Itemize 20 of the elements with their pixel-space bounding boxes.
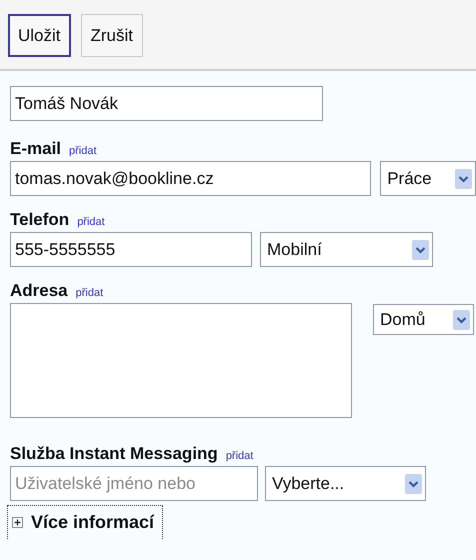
save-button[interactable]: Uložit <box>8 14 71 57</box>
address-field[interactable] <box>10 303 352 418</box>
add-link[interactable]: přidat <box>76 287 104 299</box>
add-link[interactable]: přidat <box>69 145 97 157</box>
cancel-button[interactable]: Zrušit <box>80 14 144 57</box>
type-dropdown[interactable]: Vyberte... <box>265 466 426 501</box>
field-label: Telefon <box>10 210 70 230</box>
field-label: E-mail <box>10 139 62 159</box>
name-field[interactable]: Tomáš Novák <box>10 86 323 121</box>
add-link[interactable]: přidat <box>226 450 254 462</box>
type-dropdown[interactable]: Práce <box>380 161 476 196</box>
type-dropdown[interactable]: Mobilní <box>260 232 433 267</box>
email-field[interactable]: tomas.novak@bookline.cz <box>10 161 372 196</box>
field-label: Adresa <box>10 281 68 301</box>
field-label: Služba Instant Messaging <box>10 444 218 464</box>
more-info-toggle[interactable]: Více informací <box>7 505 164 539</box>
phone-field[interactable]: 555-5555555 <box>10 232 252 267</box>
username-field[interactable]: Uživatelské jméno nebo <box>10 466 258 501</box>
add-link[interactable]: přidat <box>77 216 105 228</box>
type-dropdown[interactable]: Domů <box>373 304 474 335</box>
